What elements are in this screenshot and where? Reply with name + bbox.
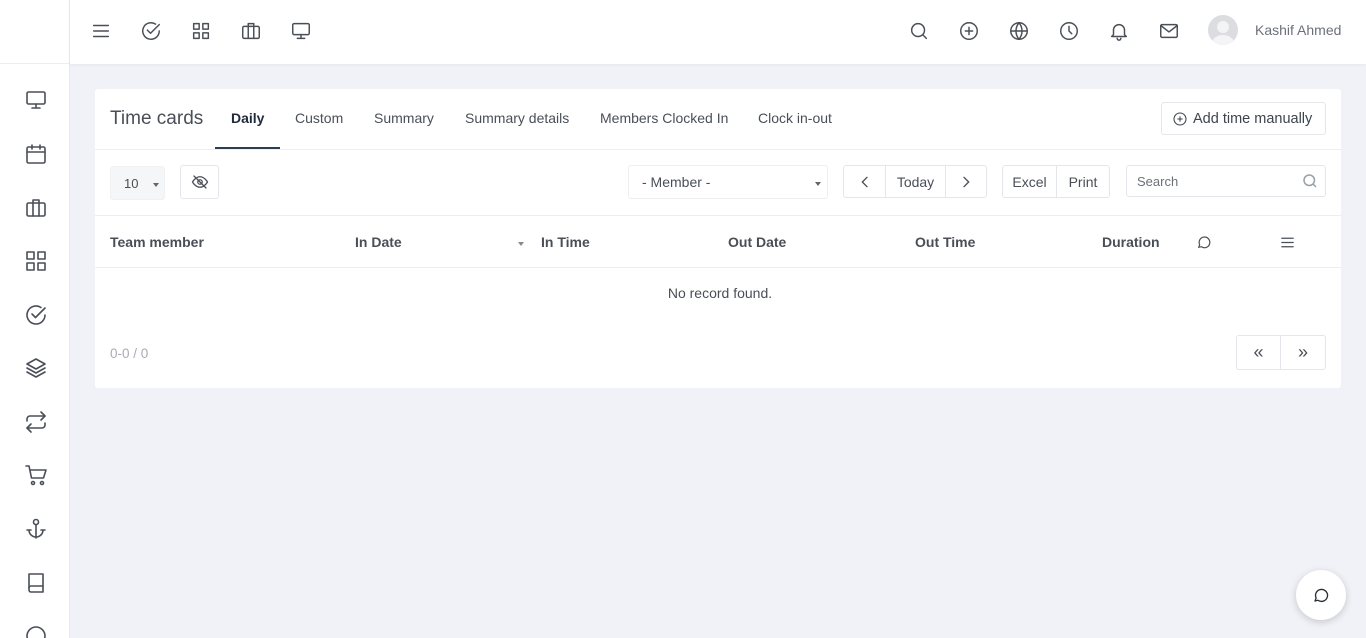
next-day-button[interactable]: [945, 165, 987, 198]
time-cards-panel: Time cards Daily Custom Summary Summary …: [95, 89, 1341, 388]
clock-icon[interactable]: [1058, 20, 1080, 42]
tab-clock-in-out[interactable]: Clock in-out: [758, 110, 832, 126]
comment-icon: [1196, 234, 1212, 250]
calendar-icon[interactable]: [24, 142, 48, 166]
add-time-label: Add time manually: [1193, 110, 1313, 127]
sidebar: [0, 0, 70, 638]
search-icon: [1303, 174, 1317, 188]
tab-members-clocked-in[interactable]: Members Clocked In: [600, 110, 728, 126]
chat-button[interactable]: [1296, 570, 1346, 620]
monitor-icon[interactable]: [24, 88, 48, 112]
column-in-date[interactable]: In Date: [355, 234, 402, 250]
today-button[interactable]: Today: [885, 165, 946, 198]
page-size-value: 10: [124, 175, 139, 191]
globe-icon[interactable]: [1008, 20, 1030, 42]
column-out-time[interactable]: Out Time: [915, 234, 975, 250]
chevron-down-icon: [153, 183, 159, 187]
cart-icon[interactable]: [24, 463, 48, 487]
tab-summary-details[interactable]: Summary details: [465, 110, 569, 126]
today-label: Today: [896, 173, 935, 190]
tab-custom[interactable]: Custom: [295, 110, 343, 126]
excel-button[interactable]: Excel: [1002, 165, 1057, 198]
previous-day-button[interactable]: [843, 165, 886, 198]
chevron-right-icon: [963, 176, 970, 187]
chevron-down-icon: [815, 182, 821, 186]
sort-desc-icon: [518, 242, 524, 246]
first-page-button[interactable]: «: [1236, 335, 1281, 370]
plus-circle-icon: [1173, 111, 1187, 126]
repeat-icon[interactable]: [24, 410, 48, 434]
help-circle-icon[interactable]: [24, 624, 48, 638]
layers-icon[interactable]: [24, 356, 48, 380]
member-select-value: - Member -: [642, 174, 711, 190]
excel-label: Excel: [1012, 173, 1047, 190]
monitor-icon[interactable]: [290, 20, 312, 42]
mail-icon[interactable]: [1158, 20, 1180, 42]
top-navbar: Kashif Ahmed: [70, 0, 1366, 64]
search-placeholder: Search: [1137, 173, 1179, 189]
card-header: Time cards Daily Custom Summary Summary …: [95, 89, 1341, 150]
column-team-member[interactable]: Team member: [110, 234, 204, 250]
column-out-date[interactable]: Out Date: [728, 234, 786, 250]
menu-icon[interactable]: [90, 20, 112, 42]
user-name[interactable]: Kashif Ahmed: [1255, 22, 1341, 38]
add-time-manually-button[interactable]: Add time manually: [1161, 102, 1326, 135]
search-input[interactable]: Search: [1126, 165, 1326, 197]
empty-state-message: No record found.: [667, 285, 773, 301]
column-duration[interactable]: Duration: [1102, 234, 1160, 250]
briefcase-icon[interactable]: [24, 196, 48, 220]
print-button[interactable]: Print: [1056, 165, 1110, 198]
menu-icon[interactable]: [1279, 234, 1296, 251]
column-in-time[interactable]: In Time: [541, 234, 590, 250]
eye-off-icon: [191, 175, 208, 189]
last-page-button[interactable]: »: [1280, 335, 1326, 370]
table-header: Team member In Date In Time Out Date Out…: [95, 215, 1341, 268]
briefcase-icon[interactable]: [240, 20, 262, 42]
grid-icon[interactable]: [24, 249, 48, 273]
anchor-icon[interactable]: [24, 517, 48, 541]
grid-icon[interactable]: [190, 20, 212, 42]
check-circle-icon[interactable]: [24, 303, 48, 327]
plus-circle-icon[interactable]: [958, 20, 980, 42]
page-size-select[interactable]: 10: [110, 166, 165, 200]
avatar[interactable]: [1208, 15, 1238, 45]
book-icon[interactable]: [24, 571, 48, 595]
member-select[interactable]: - Member -: [628, 165, 828, 199]
chat-icon: [1314, 588, 1329, 603]
bell-icon[interactable]: [1108, 20, 1130, 42]
tab-summary[interactable]: Summary: [374, 110, 434, 126]
chevron-left-icon: [860, 176, 868, 187]
first-page-label: «: [1253, 342, 1264, 362]
pagination-info: 0-0 / 0: [110, 346, 149, 361]
last-page-label: »: [1297, 342, 1308, 362]
toggle-columns-button[interactable]: [180, 165, 219, 199]
logo-area: [0, 0, 69, 64]
print-label: Print: [1068, 173, 1098, 190]
page-title: Time cards: [110, 108, 204, 129]
check-circle-icon[interactable]: [140, 20, 162, 42]
search-icon[interactable]: [908, 20, 930, 42]
tab-daily[interactable]: Daily: [231, 110, 264, 126]
active-tab-indicator: [215, 147, 280, 149]
